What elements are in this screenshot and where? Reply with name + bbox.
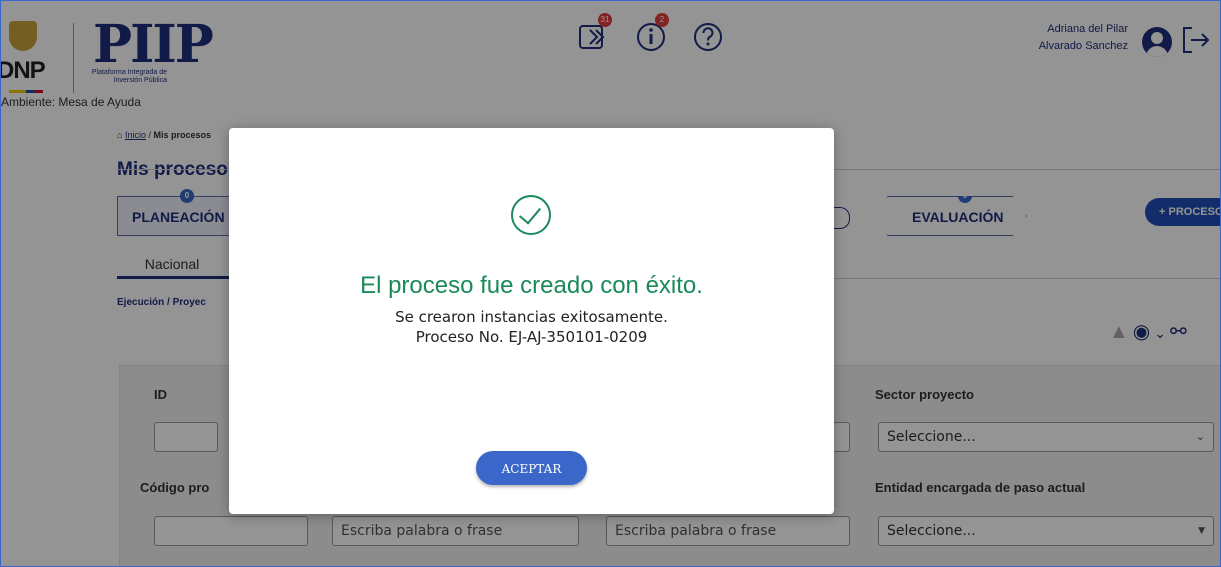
modal-message: Se crearon instancias exitosamente. xyxy=(395,308,668,326)
modal-process-number: Proceso No. EJ-AJ-350101-0209 xyxy=(415,328,648,346)
success-modal: El proceso fue creado con éxito. Se crea… xyxy=(229,128,834,514)
accept-button[interactable]: ACEPTAR xyxy=(476,451,587,485)
success-check-icon xyxy=(511,195,551,235)
app-window: DNP PIIP Plataforma Integrada de Inversi… xyxy=(0,0,1221,567)
modal-title: El proceso fue creado con éxito. xyxy=(360,272,703,299)
